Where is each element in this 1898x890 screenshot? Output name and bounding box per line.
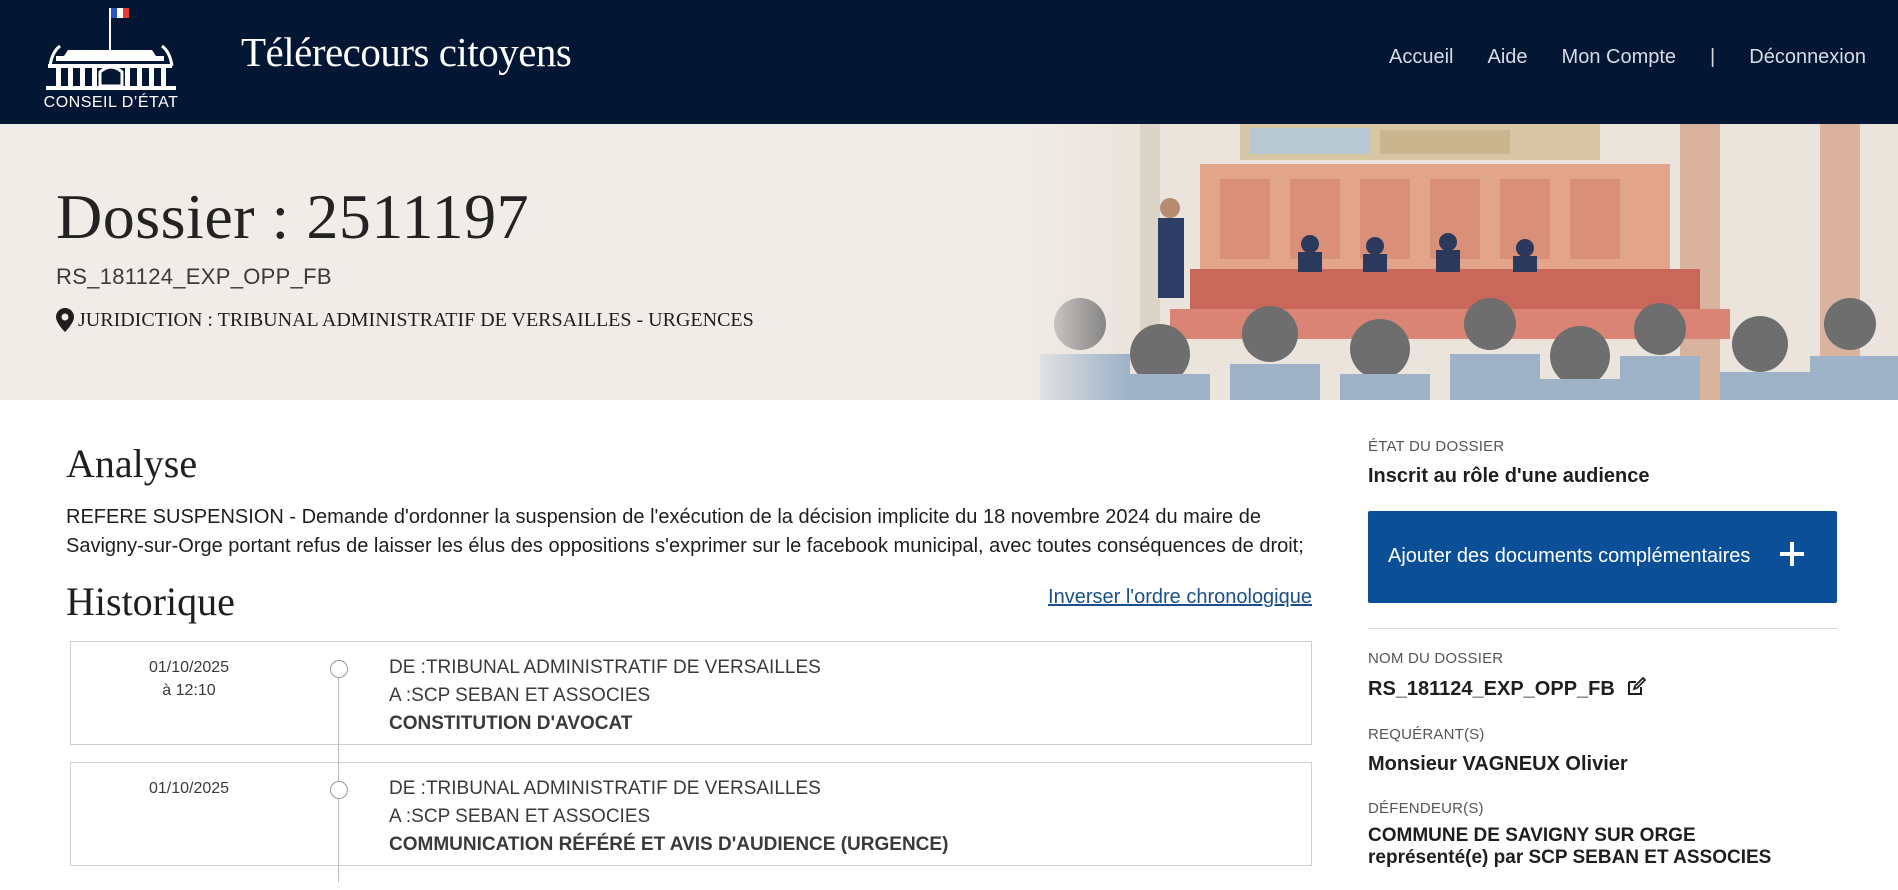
sidebar-defendeur: DÉFENDEUR(S) COMMUNE DE SAVIGNY SUR ORGE… [1368,800,1838,869]
courtroom-illustration [1020,124,1898,400]
history-date: 01/10/2025 [71,777,307,800]
sidebar-divider [1368,628,1837,629]
requerant-value: Monsieur VAGNEUX Olivier [1368,753,1628,775]
nav-deconnexion[interactable]: Déconnexion [1749,46,1866,69]
top-header: CONSEIL D’ÉTAT Télérecours citoyens Accu… [0,0,1898,124]
history-details: DE :TRIBUNAL ADMINISTRATIF DE VERSAILLES… [389,654,821,738]
dossier-title: Dossier : 2511197 [56,181,530,252]
nav-accueil[interactable]: Accueil [1389,46,1453,69]
location-pin-icon [56,308,74,332]
defendeur-line1: COMMUNE DE SAVIGNY SUR ORGE [1368,825,1696,846]
history-type: CONSTITUTION D'AVOCAT [389,713,633,734]
main-nav: Accueil Aide Mon Compte | Déconnexion [1355,46,1866,69]
edit-icon[interactable] [1626,677,1647,697]
palais-royal-icon [46,8,176,90]
history-from: DE :TRIBUNAL ADMINISTRATIF DE VERSAILLES [389,778,821,799]
logo-text: CONSEIL D’ÉTAT [43,94,179,111]
sidebar-requerant: REQUÉRANT(S) Monsieur VAGNEUX Olivier [1368,726,1838,776]
add-documents-button[interactable]: Ajouter des documents complémentaires [1368,511,1837,603]
history-date-day: 01/10/2025 [148,780,230,797]
nav-separator: | [1710,46,1716,68]
historique-heading: Historique [66,579,235,624]
analyse-text: REFERE SUSPENSION - Demande d'ordonner l… [66,506,1304,557]
history-date: 01/10/2025 à 12:10 [71,656,307,702]
juridiction-line: JURIDICTION : TRIBUNAL ADMINISTRATIF DE … [56,308,754,332]
defendeur-label: DÉFENDEUR(S) [1368,800,1484,817]
timeline-dot-icon [330,781,348,799]
history-item[interactable]: 01/10/2025 à 12:10 DE :TRIBUNAL ADMINIST… [70,641,1312,745]
dossier-banner: Dossier : 2511197 RS_181124_EXP_OPP_FB J… [0,124,1898,400]
history-date-day: 01/10/2025 [148,659,230,676]
etat-label: ÉTAT DU DOSSIER [1368,438,1505,455]
history-details: DE :TRIBUNAL ADMINISTRATIF DE VERSAILLES… [389,775,948,859]
nav-aide[interactable]: Aide [1488,46,1528,69]
history-from: DE :TRIBUNAL ADMINISTRATIF DE VERSAILLES [389,657,821,678]
history-item[interactable]: 01/10/2025 DE :TRIBUNAL ADMINISTRATIF DE… [70,762,1312,866]
sidebar-nom: NOM DU DOSSIER RS_181124_EXP_OPP_FB [1368,650,1838,701]
dossier-reference: RS_181124_EXP_OPP_FB [56,264,332,289]
add-documents-label: Ajouter des documents complémentaires [1388,545,1751,567]
etat-value: Inscrit au rôle d'une audience [1368,465,1650,487]
plus-icon [1780,542,1804,566]
nom-label: NOM DU DOSSIER [1368,650,1504,667]
history-date-time: à 12:10 [162,682,216,699]
timeline-line [338,660,339,882]
nom-value: RS_181124_EXP_OPP_FB [1368,678,1615,700]
invert-order-link[interactable]: Inverser l'ordre chronologique [1048,586,1312,609]
analyse-heading: Analyse [66,441,198,486]
history-to: A :SCP SEBAN ET ASSOCIES [389,806,651,827]
defendeur-line2: représenté(e) par SCP SEBAN ET ASSOCIES [1368,847,1772,868]
nom-row: RS_181124_EXP_OPP_FB [1368,677,1838,701]
conseil-etat-logo[interactable]: CONSEIL D’ÉTAT [38,6,184,116]
history-to: A :SCP SEBAN ET ASSOCIES [389,685,651,706]
nav-mon-compte[interactable]: Mon Compte [1562,46,1677,69]
sidebar-etat: ÉTAT DU DOSSIER Inscrit au rôle d'une au… [1368,438,1838,488]
requerant-label: REQUÉRANT(S) [1368,726,1485,743]
juridiction-text: JURIDICTION : TRIBUNAL ADMINISTRATIF DE … [78,308,754,331]
history-type: COMMUNICATION RÉFÉRÉ ET AVIS D'AUDIENCE … [389,834,949,855]
site-title[interactable]: Télérecours citoyens [241,28,572,76]
timeline-dot-icon [330,660,348,678]
